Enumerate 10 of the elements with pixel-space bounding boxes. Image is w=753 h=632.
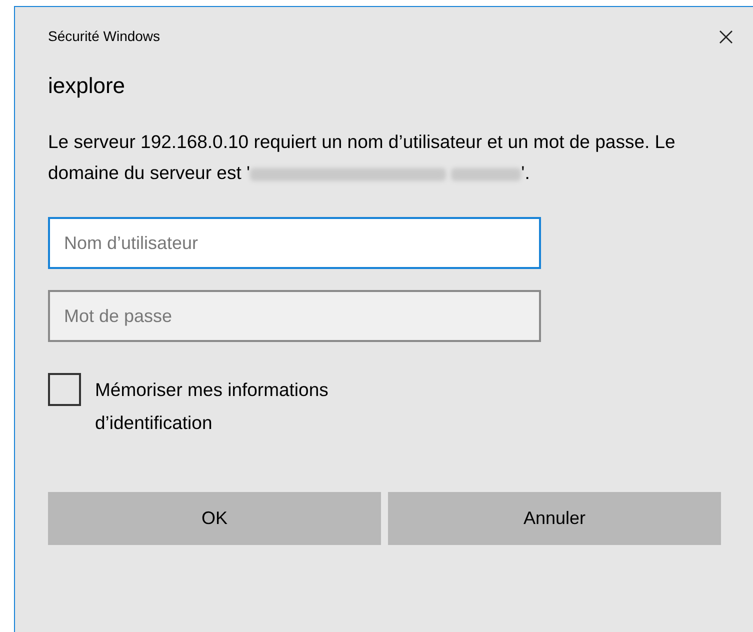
input-field[interactable]: Nom d’utilisateur [48,217,541,269]
input-field[interactable]: Mot de passe [48,290,541,342]
message-text: Le serveur 192.168.0.10 requiert un nom d’utilisateur et un mot de passe. Le domaine du serveur est ' '. [48,130,676,185]
dialog-button[interactable]: OK [48,492,381,545]
app-name: iexplore [48,72,126,100]
checkbox-label: Mémoriser mes informations d’identification [95,378,330,435]
window-title: Sécurité Windows [48,27,160,46]
dialog-button[interactable]: Annuler [388,492,721,545]
checkbox[interactable] [48,373,81,406]
close-icon[interactable] [719,30,733,44]
